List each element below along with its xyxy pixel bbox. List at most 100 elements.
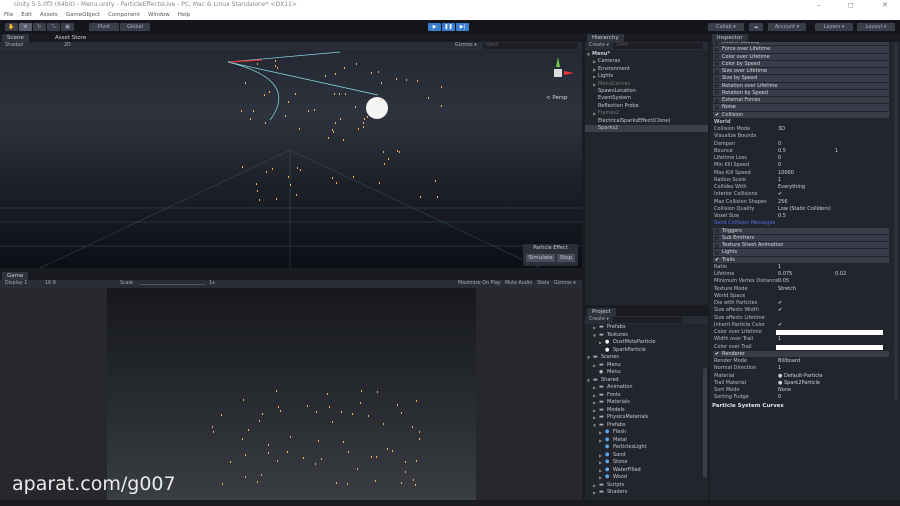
layers-dropdown[interactable]: Layers ▾	[815, 23, 853, 31]
account-dropdown[interactable]: Account ▾	[768, 23, 806, 31]
module-checkbox[interactable]: ✔	[715, 351, 719, 357]
project-item[interactable]: ▶ ⬢ Sand	[585, 452, 703, 459]
expand-arrow-icon[interactable]: ▶	[599, 339, 602, 346]
module-checkbox[interactable]	[715, 69, 719, 74]
hierarchy-item[interactable]: ElectricalSparksEffect(Clone)	[585, 118, 708, 125]
rect-tool-icon[interactable]: ▣	[61, 23, 74, 31]
tab-project[interactable]: Project	[587, 308, 616, 316]
project-item[interactable]: ▶ ▬ Materials	[585, 399, 703, 406]
expand-arrow-icon[interactable]: ▶	[593, 362, 596, 369]
hierarchy-search-input[interactable]: Q▾All	[613, 43, 703, 49]
expand-arrow-icon[interactable]: ▶	[599, 429, 602, 436]
project-item[interactable]: ▶ ▬ Menu	[585, 362, 703, 369]
expand-arrow-icon[interactable]: ▼	[593, 332, 596, 339]
expand-arrow-icon[interactable]: ▶	[599, 437, 602, 444]
project-item[interactable]: ▶ ⬢ Wood	[585, 474, 703, 481]
hierarchy-item[interactable]: Sparks2	[585, 125, 708, 133]
project-item[interactable]: ▼ ▬ Prefabs	[585, 422, 703, 429]
simulate-button[interactable]: Simulate	[526, 254, 555, 262]
scale-tool-icon[interactable]: ⤡	[47, 23, 60, 31]
stop-button[interactable]: Stop	[557, 254, 575, 262]
project-item[interactable]: ▶ ▬ Shaders	[585, 489, 703, 496]
persp-label[interactable]: < Persp	[546, 95, 567, 101]
tab-game[interactable]: Game	[2, 272, 29, 280]
expand-arrow-icon[interactable]: ▶	[593, 489, 596, 496]
expand-arrow-icon[interactable]: ▶	[593, 384, 596, 391]
maximize-on-play-toggle[interactable]: Maximize On Play	[458, 280, 501, 288]
module-checkbox[interactable]	[715, 98, 719, 103]
expand-arrow-icon[interactable]: ▶	[593, 58, 596, 65]
expand-arrow-icon[interactable]: ▶	[593, 324, 596, 331]
menu-file[interactable]: File	[4, 10, 13, 20]
module-checkbox[interactable]	[715, 236, 719, 241]
module-checkbox[interactable]	[715, 250, 719, 255]
expand-arrow-icon[interactable]: ▼	[587, 51, 590, 58]
cloud-icon[interactable]: ☁	[749, 23, 763, 31]
hierarchy-item[interactable]: ▼ Menu*	[585, 51, 708, 58]
tab-scene[interactable]: Scene	[2, 34, 29, 42]
scene-viewport[interactable]: < Persp Particle Effect Simulate Stop	[0, 50, 582, 268]
property-value[interactable]: 0	[778, 394, 781, 401]
project-item[interactable]: ▶ ▬ Animation	[585, 384, 703, 391]
expand-arrow-icon[interactable]: ▶	[593, 407, 596, 414]
expand-arrow-icon[interactable]: ▶	[593, 482, 596, 489]
project-item[interactable]: ▼ ▬ Textures	[585, 332, 703, 339]
expand-arrow-icon[interactable]: ▼	[593, 422, 596, 429]
project-item[interactable]: ▶ ▬ Models	[585, 407, 703, 414]
close-button[interactable]: ✕	[882, 0, 888, 10]
scene-search-input[interactable]: Q▾All	[483, 43, 578, 49]
hierarchy-item[interactable]: ▶ MenuCanvas	[585, 81, 708, 88]
project-item[interactable]: ▶ ▬ Fonts	[585, 392, 703, 399]
menu-gameobject[interactable]: GameObject	[66, 10, 100, 20]
menu-window[interactable]: Window	[148, 10, 170, 20]
module-checkbox[interactable]	[715, 42, 719, 45]
hierarchy-item[interactable]: ▶ Flames2	[585, 110, 708, 117]
scale-slider[interactable]	[140, 283, 205, 285]
project-item[interactable]: ▶ ● DustMoteParticle	[585, 339, 703, 346]
menu-help[interactable]: Help	[178, 10, 191, 20]
global-button[interactable]: Global	[120, 23, 150, 31]
expand-arrow-icon[interactable]: ▶	[599, 459, 602, 466]
pivot-button[interactable]: Pivot	[89, 23, 119, 31]
expand-arrow-icon[interactable]: ▶	[599, 474, 602, 481]
menu-assets[interactable]: Assets	[40, 10, 58, 20]
tab-hierarchy[interactable]: Hierarchy	[587, 34, 624, 42]
display-dropdown[interactable]: Display 1	[5, 280, 27, 288]
color-gradient-field[interactable]	[776, 344, 883, 350]
project-item[interactable]: ▶ ▬ Prefabs	[585, 324, 703, 331]
project-item[interactable]: ▼ ▬ Shared	[585, 377, 703, 384]
hierarchy-item[interactable]: SpawnLocation	[585, 88, 708, 95]
scene-gizmo-icon[interactable]	[540, 55, 576, 91]
tab-asset-store[interactable]: Asset Store	[50, 34, 91, 42]
expand-arrow-icon[interactable]: ▶	[593, 66, 596, 73]
module-checkbox[interactable]	[715, 47, 719, 52]
project-item[interactable]: ▶ ⬢ Metal	[585, 437, 703, 444]
project-item[interactable]: ▶ ⬢ Flesh	[585, 429, 703, 436]
stats-toggle[interactable]: Stats	[537, 280, 549, 288]
layout-dropdown[interactable]: Layout ▾	[857, 23, 895, 31]
minimize-button[interactable]: –	[817, 0, 821, 10]
maximize-button[interactable]: ◻	[848, 0, 854, 10]
expand-arrow-icon[interactable]: ▶	[593, 73, 596, 80]
expand-arrow-icon[interactable]: ▶	[599, 467, 602, 474]
hierarchy-item[interactable]: ▶ Cameras	[585, 58, 708, 65]
module-checkbox[interactable]: ✔	[715, 112, 719, 118]
gizmos-dropdown[interactable]: Gizmos ▾	[455, 42, 477, 50]
project-item[interactable]: ▶ ▬ Scripts	[585, 482, 703, 489]
project-scrollbar[interactable]	[703, 368, 707, 478]
collab-button[interactable]: Collab ▾	[708, 23, 744, 31]
pause-button[interactable]: ❚❚	[442, 23, 455, 31]
module-checkbox[interactable]: ✔	[715, 257, 719, 263]
move-tool-icon[interactable]: ✥	[19, 23, 32, 31]
aspect-dropdown[interactable]: 16:9	[45, 280, 56, 288]
expand-arrow-icon[interactable]: ▼	[587, 377, 590, 384]
expand-arrow-icon[interactable]: ▶	[593, 414, 596, 421]
project-item[interactable]: ▼ ▬ Scenes	[585, 354, 703, 361]
tab-inspector[interactable]: Inspector	[712, 34, 748, 42]
expand-arrow-icon[interactable]: ▶	[599, 452, 602, 459]
module-checkbox[interactable]	[715, 62, 719, 67]
menu-component[interactable]: Component	[108, 10, 140, 20]
module-checkbox[interactable]	[715, 84, 719, 88]
expand-arrow-icon[interactable]: ▶	[593, 392, 596, 399]
expand-arrow-icon[interactable]: ▶	[593, 110, 596, 117]
